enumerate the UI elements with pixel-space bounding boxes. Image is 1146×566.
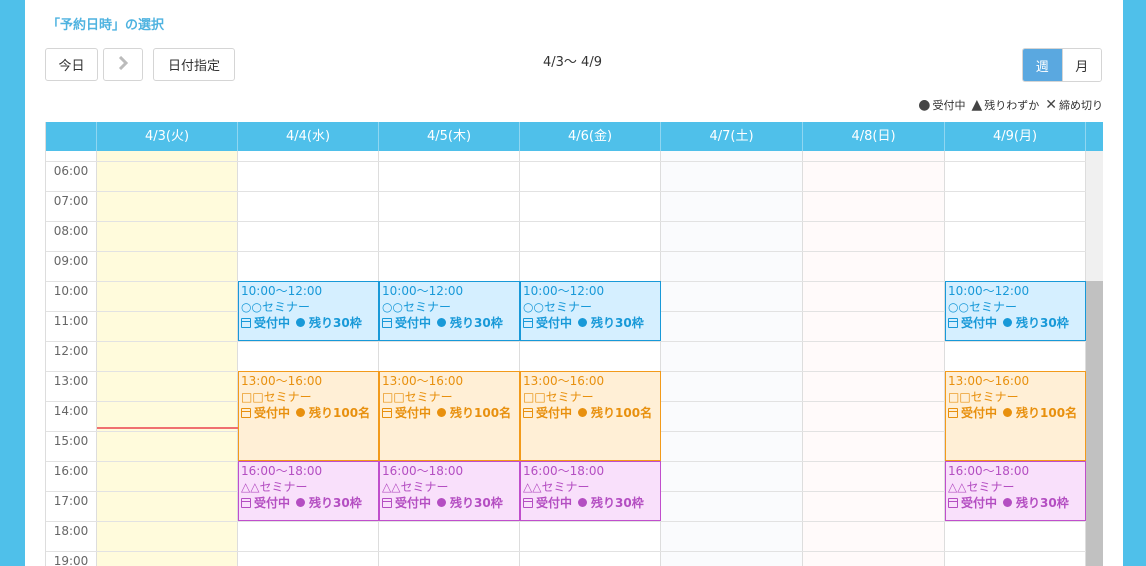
event-card[interactable]: 13:00〜16:00 □□セミナー 受付中 残り100名 xyxy=(238,371,379,461)
hour-line xyxy=(46,221,1086,222)
legend-few: ▲ 残りわずか xyxy=(971,97,1040,113)
hour-line xyxy=(46,521,1086,522)
hour-line xyxy=(46,551,1086,552)
chevron-right-icon xyxy=(118,55,129,74)
open-status-dot-icon xyxy=(437,318,447,327)
time-label: 17:00 xyxy=(53,494,89,508)
open-status-dot-icon xyxy=(1003,408,1013,417)
open-status-dot-icon xyxy=(296,408,306,417)
day-column-saturday[interactable] xyxy=(661,151,803,566)
open-status-dot-icon xyxy=(578,408,588,417)
open-status-dot-icon xyxy=(1003,498,1013,507)
event-card[interactable]: 10:00〜12:00 ○○セミナー 受付中 残り30枠 xyxy=(379,281,520,341)
cross-icon: ✕ xyxy=(1045,97,1057,113)
day-header: 4/9(月) xyxy=(945,122,1086,151)
view-toggle: 週 月 xyxy=(1022,48,1102,82)
calendar-icon xyxy=(382,498,392,508)
event-card[interactable]: 10:00〜12:00 ○○セミナー 受付中 残り30枠 xyxy=(238,281,379,341)
calendar-icon xyxy=(523,318,533,328)
event-card[interactable]: 16:00〜18:00 △△セミナー 受付中 残り30枠 xyxy=(945,461,1086,521)
event-card[interactable]: 16:00〜18:00 △△セミナー 受付中 残り30枠 xyxy=(520,461,661,521)
calendar-icon xyxy=(523,498,533,508)
event-card[interactable]: 16:00〜18:00 △△セミナー 受付中 残り30枠 xyxy=(379,461,520,521)
calendar-header: 4/3(火) 4/4(水) 4/5(木) 4/6(金) 4/7(土) 4/8(日… xyxy=(46,122,1103,151)
hour-line xyxy=(46,341,1086,342)
event-card[interactable]: 10:00〜12:00 ○○セミナー 受付中 残り30枠 xyxy=(945,281,1086,341)
time-label: 16:00 xyxy=(53,464,89,478)
time-label: 14:00 xyxy=(53,404,89,418)
day-header: 4/4(水) xyxy=(238,122,379,151)
day-header: 4/6(金) xyxy=(520,122,661,151)
open-status-dot-icon xyxy=(1003,318,1013,327)
day-header: 4/3(火) xyxy=(97,122,238,151)
event-card[interactable]: 16:00〜18:00 △△セミナー 受付中 残り30枠 xyxy=(238,461,379,521)
header-time-gutter xyxy=(46,122,97,151)
calendar-icon xyxy=(382,408,392,418)
triangle-icon: ▲ xyxy=(971,97,983,113)
view-week-button[interactable]: 週 xyxy=(1023,49,1062,81)
event-card[interactable]: 13:00〜16:00 □□セミナー 受付中 残り100名 xyxy=(945,371,1086,461)
reservation-panel: 「予約日時」の選択 今日 日付指定 4/3〜 4/9 週 月 ● 受付中 ▲ 残りわ… xyxy=(25,0,1123,566)
time-label: 19:00 xyxy=(53,554,89,566)
open-status-dot-icon xyxy=(437,408,447,417)
current-time-indicator xyxy=(97,427,238,429)
status-legend: ● 受付中 ▲ 残りわずか ✕ 締め切り xyxy=(918,97,1103,113)
hour-line xyxy=(46,251,1086,252)
legend-open: ● 受付中 xyxy=(918,97,966,113)
day-header: 4/7(土) xyxy=(661,122,803,151)
day-header: 4/8(日) xyxy=(803,122,945,151)
calendar-icon xyxy=(948,318,958,328)
time-label: 11:00 xyxy=(53,314,89,328)
time-label: 12:00 xyxy=(53,344,89,358)
calendar-icon xyxy=(241,498,251,508)
event-card[interactable]: 13:00〜16:00 □□セミナー 受付中 残り100名 xyxy=(379,371,520,461)
day-column-today[interactable] xyxy=(97,151,238,566)
time-label: 15:00 xyxy=(53,434,89,448)
scrollbar-thumb[interactable] xyxy=(1086,281,1103,566)
calendar-icon xyxy=(948,408,958,418)
section-title: 「予約日時」の選択 xyxy=(47,18,165,33)
calendar-body: 06:00 07:00 08:00 09:00 10:00 11:00 12:0… xyxy=(46,151,1103,566)
view-month-button[interactable]: 月 xyxy=(1061,49,1101,81)
open-status-dot-icon xyxy=(296,498,306,507)
day-column-sunday[interactable] xyxy=(803,151,945,566)
open-status-dot-icon xyxy=(578,498,588,507)
circle-icon: ● xyxy=(918,97,931,113)
calendar-icon xyxy=(241,408,251,418)
time-label: 18:00 xyxy=(53,524,89,538)
time-label: 07:00 xyxy=(53,194,89,208)
date-range-label: 4/3〜 4/9 xyxy=(543,55,602,70)
time-label: 10:00 xyxy=(53,284,89,298)
hour-line xyxy=(46,191,1086,192)
today-button[interactable]: 今日 xyxy=(45,48,98,81)
time-label: 13:00 xyxy=(53,374,89,388)
date-pick-button[interactable]: 日付指定 xyxy=(153,48,235,81)
hour-line xyxy=(46,161,1086,162)
legend-closed: ✕ 締め切り xyxy=(1045,97,1103,113)
open-status-dot-icon xyxy=(578,318,588,327)
day-header: 4/5(木) xyxy=(379,122,520,151)
week-calendar: 4/3(火) 4/4(水) 4/5(木) 4/6(金) 4/7(土) 4/8(日… xyxy=(45,122,1103,566)
open-status-dot-icon xyxy=(437,498,447,507)
event-card[interactable]: 13:00〜16:00 □□セミナー 受付中 残り100名 xyxy=(520,371,661,461)
time-label: 08:00 xyxy=(53,224,89,238)
event-card[interactable]: 10:00〜12:00 ○○セミナー 受付中 残り30枠 xyxy=(520,281,661,341)
time-label: 06:00 xyxy=(53,164,89,178)
calendar-icon xyxy=(523,408,533,418)
open-status-dot-icon xyxy=(296,318,306,327)
calendar-icon xyxy=(382,318,392,328)
time-label: 09:00 xyxy=(53,254,89,268)
next-week-button[interactable] xyxy=(103,48,143,81)
calendar-icon xyxy=(948,498,958,508)
calendar-icon xyxy=(241,318,251,328)
